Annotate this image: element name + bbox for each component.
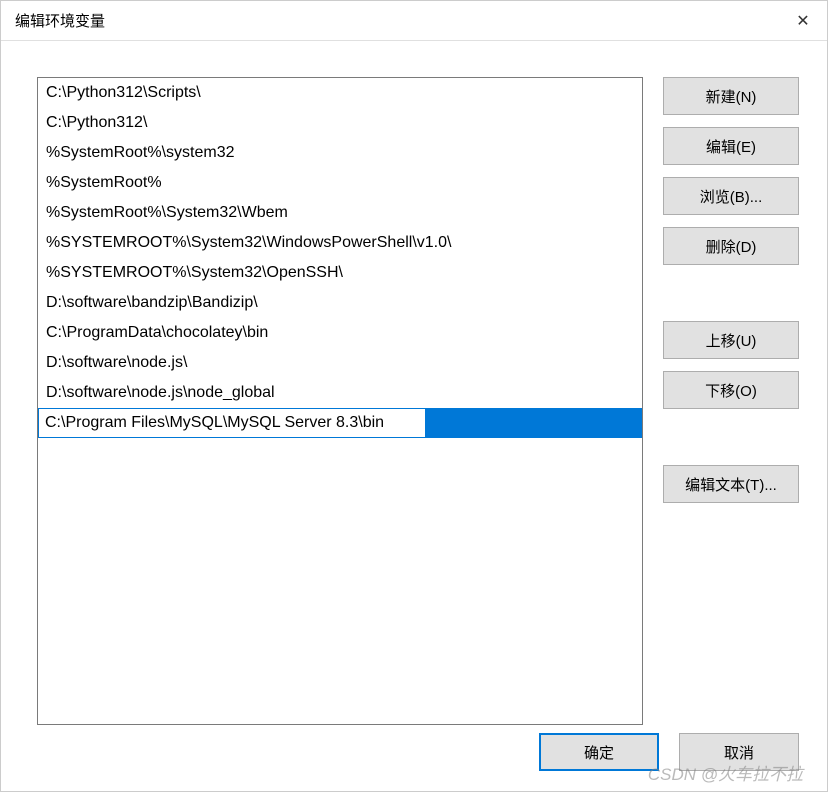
- env-var-dialog: 编辑环境变量 ✕ C:\Python312\Scripts\ C:\Python…: [0, 0, 828, 792]
- edit-button[interactable]: 编辑(E): [663, 127, 799, 165]
- list-item-editing[interactable]: [38, 408, 642, 438]
- list-item[interactable]: C:\ProgramData\chocolatey\bin: [38, 318, 642, 348]
- close-icon: ✕: [796, 11, 809, 31]
- new-button[interactable]: 新建(N): [663, 77, 799, 115]
- path-edit-input[interactable]: [38, 408, 426, 438]
- ok-button[interactable]: 确定: [539, 733, 659, 771]
- dialog-bottom-bar: 确定 取消: [539, 733, 799, 771]
- side-button-panel: 新建(N) 编辑(E) 浏览(B)... 删除(D) 上移(U) 下移(O) 编…: [663, 77, 799, 771]
- titlebar: 编辑环境变量 ✕: [1, 1, 827, 41]
- list-item[interactable]: C:\Python312\Scripts\: [38, 78, 642, 108]
- path-listbox[interactable]: C:\Python312\Scripts\ C:\Python312\ %Sys…: [37, 77, 643, 725]
- list-item[interactable]: %SYSTEMROOT%\System32\WindowsPowerShell\…: [38, 228, 642, 258]
- list-item[interactable]: D:\software\node.js\: [38, 348, 642, 378]
- move-down-button[interactable]: 下移(O): [663, 371, 799, 409]
- list-item[interactable]: D:\software\node.js\node_global: [38, 378, 642, 408]
- cancel-button[interactable]: 取消: [679, 733, 799, 771]
- close-button[interactable]: ✕: [779, 1, 827, 41]
- delete-button[interactable]: 删除(D): [663, 227, 799, 265]
- list-item[interactable]: %SYSTEMROOT%\System32\OpenSSH\: [38, 258, 642, 288]
- content-area: C:\Python312\Scripts\ C:\Python312\ %Sys…: [1, 41, 827, 791]
- list-item[interactable]: %SystemRoot%\System32\Wbem: [38, 198, 642, 228]
- browse-button[interactable]: 浏览(B)...: [663, 177, 799, 215]
- list-item[interactable]: %SystemRoot%\system32: [38, 138, 642, 168]
- edit-text-button[interactable]: 编辑文本(T)...: [663, 465, 799, 503]
- window-title: 编辑环境变量: [15, 10, 105, 31]
- list-item[interactable]: C:\Python312\: [38, 108, 642, 138]
- list-item[interactable]: D:\software\bandzip\Bandizip\: [38, 288, 642, 318]
- move-up-button[interactable]: 上移(U): [663, 321, 799, 359]
- list-item[interactable]: %SystemRoot%: [38, 168, 642, 198]
